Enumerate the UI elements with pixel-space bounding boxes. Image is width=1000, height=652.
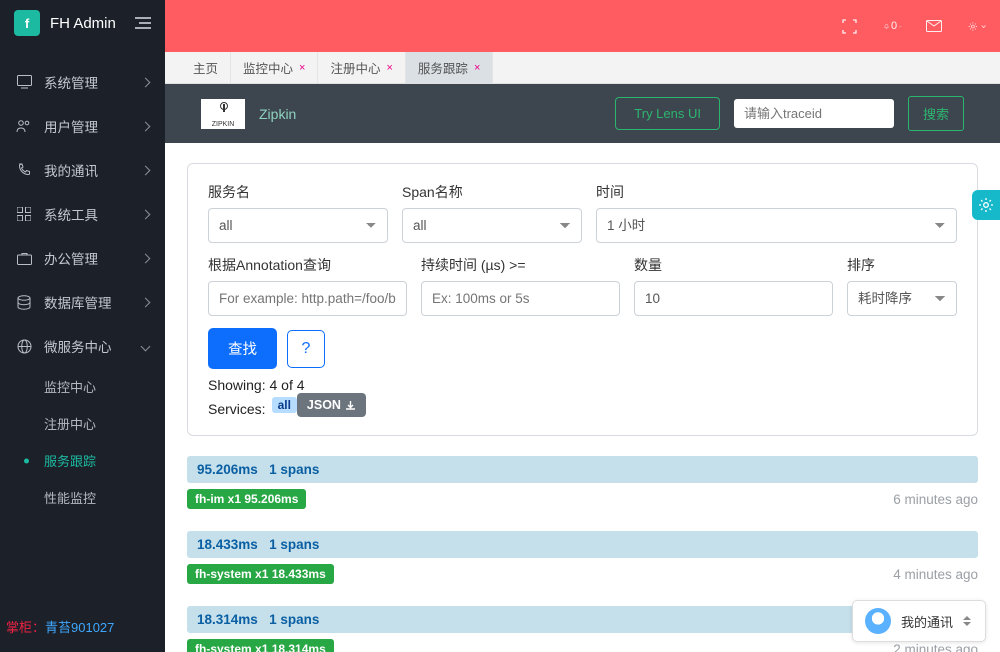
zipkin-logo: ZIPKIN [201, 99, 245, 129]
showing-text: Showing: 4 of 4 [208, 377, 957, 393]
find-button[interactable]: 查找 [208, 328, 277, 369]
notification-bell[interactable]: 0 [884, 17, 902, 35]
avatar-icon [865, 608, 891, 634]
help-button[interactable]: ? [287, 330, 325, 368]
service-chip: fh-system x1 18.314ms [187, 639, 334, 652]
time-select[interactable]: 1 小时 [596, 208, 957, 243]
close-icon[interactable]: × [474, 62, 480, 74]
subnav-registry[interactable]: 注册中心 [0, 405, 165, 442]
dur-label: 持续时间 (µs) >= [421, 255, 620, 275]
nav-label: 微服务中心 [44, 336, 142, 356]
traceid-input[interactable] [734, 99, 894, 128]
chevron-right-icon [141, 77, 151, 87]
briefcase-icon [16, 250, 32, 266]
count-input[interactable] [634, 281, 833, 316]
close-icon[interactable]: × [299, 62, 305, 74]
trace-age: 2 minutes ago [893, 642, 978, 652]
nav-microservice[interactable]: 微服务中心 [0, 324, 165, 368]
service-label: 服务名 [208, 182, 388, 202]
service-chip: fh-system x1 18.433ms [187, 564, 334, 584]
trace-header: 95.206ms 1 spans [187, 456, 978, 483]
nav-user-manage[interactable]: 用户管理 [0, 104, 165, 148]
span-select[interactable]: all [402, 208, 582, 243]
nav-label: 系统工具 [44, 204, 142, 224]
trace-age: 4 minutes ago [893, 567, 978, 582]
tab-home[interactable]: 主页 [181, 52, 231, 83]
chevron-right-icon [141, 253, 151, 263]
users-icon [16, 118, 32, 134]
subnav-monitor[interactable]: 监控中心 [0, 368, 165, 405]
subnav-trace[interactable]: 服务跟踪 [0, 442, 165, 479]
close-icon[interactable]: × [386, 62, 392, 74]
tab-registry[interactable]: 注册中心× [318, 52, 405, 83]
sort-select[interactable]: 耗时降序 [847, 281, 957, 316]
nav-label: 用户管理 [44, 116, 142, 136]
services-label: Services: [208, 401, 266, 417]
count-label: 数量 [634, 255, 833, 275]
time-label: 时间 [596, 182, 957, 202]
span-label: Span名称 [402, 182, 582, 202]
sort-icon [963, 616, 973, 626]
search-button[interactable]: 搜索 [908, 96, 964, 131]
trace-header: 18.433ms 1 spans [187, 531, 978, 558]
menu-toggle-icon[interactable] [135, 17, 151, 29]
chevron-right-icon [141, 165, 151, 175]
chat-label: 我的通讯 [901, 612, 953, 631]
nav-label: 办公管理 [44, 248, 142, 268]
anno-label: 根据Annotation查询 [208, 255, 407, 275]
nav-office-manage[interactable]: 办公管理 [0, 236, 165, 280]
nav-my-comm[interactable]: 我的通讯 [0, 148, 165, 192]
fullscreen-icon[interactable] [842, 17, 860, 35]
nav-system-manage[interactable]: 系统管理 [0, 60, 165, 104]
nav-system-tools[interactable]: 系统工具 [0, 192, 165, 236]
tab-trace[interactable]: 服务跟踪× [406, 52, 493, 83]
brand-name: FH Admin [50, 15, 135, 32]
settings-icon[interactable] [968, 17, 986, 35]
json-button[interactable]: JSON [297, 393, 366, 417]
chat-widget[interactable]: 我的通讯 [852, 600, 986, 642]
sort-label: 排序 [847, 255, 957, 275]
chevron-down-icon [141, 341, 151, 351]
admin-logo: f [14, 10, 40, 36]
service-select[interactable]: all [208, 208, 388, 243]
subnav-perf[interactable]: 性能监控 [0, 479, 165, 516]
globe-icon [16, 338, 32, 354]
theme-settings-knob[interactable] [972, 190, 1000, 220]
nav-label: 我的通讯 [44, 160, 142, 180]
nav-label: 系统管理 [44, 72, 142, 92]
services-badge: all [272, 397, 297, 413]
duration-input[interactable] [421, 281, 620, 316]
trace-age: 6 minutes ago [893, 492, 978, 507]
trace-item[interactable]: 95.206ms 1 spans fh-im x1 95.206ms 6 minut… [187, 456, 978, 509]
try-lens-button[interactable]: Try Lens UI [615, 97, 720, 130]
service-chip: fh-im x1 95.206ms [187, 489, 306, 509]
footer-owner: 掌柜：青苔901027 [6, 617, 114, 636]
nav-label: 数据库管理 [44, 292, 142, 312]
grid-icon [16, 206, 32, 222]
monitor-icon [16, 74, 32, 90]
nav-database-manage[interactable]: 数据库管理 [0, 280, 165, 324]
chevron-right-icon [141, 297, 151, 307]
chevron-right-icon [141, 121, 151, 131]
tab-monitor[interactable]: 监控中心× [231, 52, 318, 83]
database-icon [16, 294, 32, 310]
zipkin-title: Zipkin [259, 106, 296, 122]
mail-icon[interactable] [926, 17, 944, 35]
trace-item[interactable]: 18.433ms 1 spans fh-system x1 18.433ms 4 m… [187, 531, 978, 584]
annotation-input[interactable] [208, 281, 407, 316]
phone-icon [16, 162, 32, 178]
chevron-right-icon [141, 209, 151, 219]
